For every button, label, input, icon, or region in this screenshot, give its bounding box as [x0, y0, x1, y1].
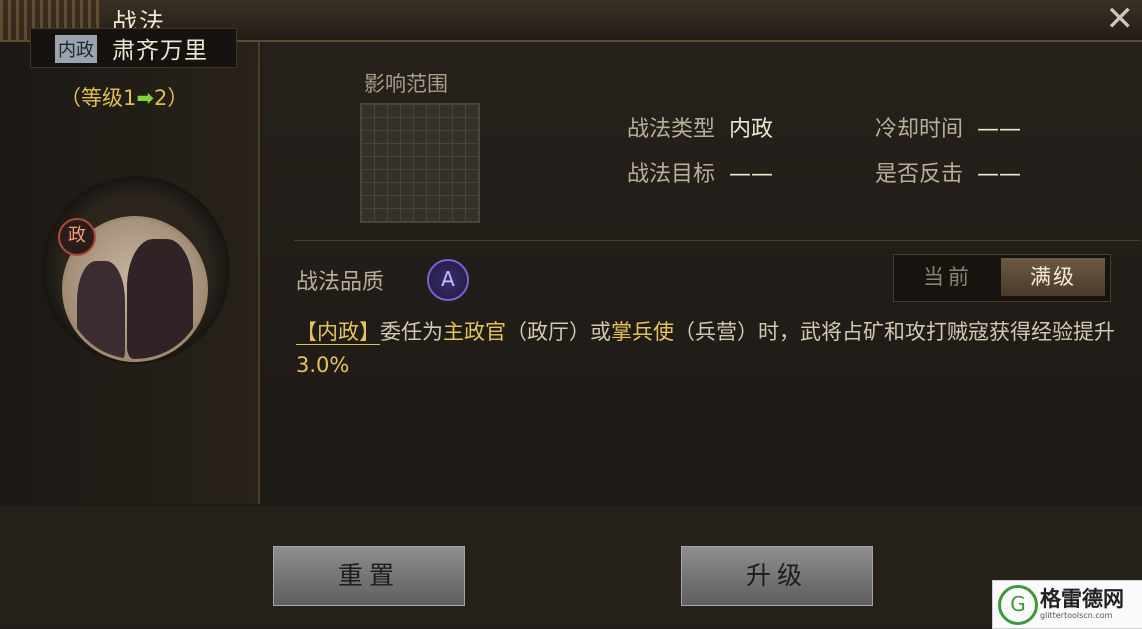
action-bar	[0, 506, 1142, 627]
attr-type: 战法类型 内政	[627, 117, 774, 142]
portrait-figure	[127, 239, 193, 359]
quality-badge: A	[427, 259, 469, 301]
close-icon[interactable]: ✕	[1106, 0, 1135, 38]
portrait-figure	[77, 261, 125, 359]
watermark-name: 格雷德网	[1040, 587, 1124, 611]
range-label: 影响范围	[364, 72, 448, 96]
politics-badge: 政	[58, 218, 96, 256]
upgrade-button[interactable]: 升级	[681, 546, 873, 606]
watermark-url: glittertoolscn.com	[1040, 611, 1113, 620]
level-prefix: （等级1	[60, 86, 137, 110]
range-grid	[360, 103, 480, 223]
tab-max-level[interactable]: 满级	[1001, 258, 1105, 296]
attr-target: 战法目标 ——	[627, 162, 774, 187]
attr-cooldown: 冷却时间 ——	[875, 117, 1022, 142]
reset-button[interactable]: 重置	[273, 546, 465, 606]
attr-counter: 是否反击 ——	[875, 162, 1022, 187]
level-arrow-icon: ➡	[136, 86, 154, 110]
skill-description: 【内政】委任为主政官（政厅）或掌兵使（兵营）时，武将占矿和攻打贼寇获得经验提升3…	[296, 320, 1115, 377]
domain-badge: 内政	[55, 35, 97, 63]
skill-level: （等级1➡2）	[60, 82, 188, 112]
skill-name: 肃齐万里	[112, 38, 208, 64]
tab-current[interactable]: 当前	[897, 258, 999, 296]
level-suffix: 2）	[153, 86, 189, 110]
quality-label: 战法品质	[296, 270, 385, 295]
divider	[294, 240, 1140, 241]
watermark-logo-icon: G	[998, 585, 1038, 625]
